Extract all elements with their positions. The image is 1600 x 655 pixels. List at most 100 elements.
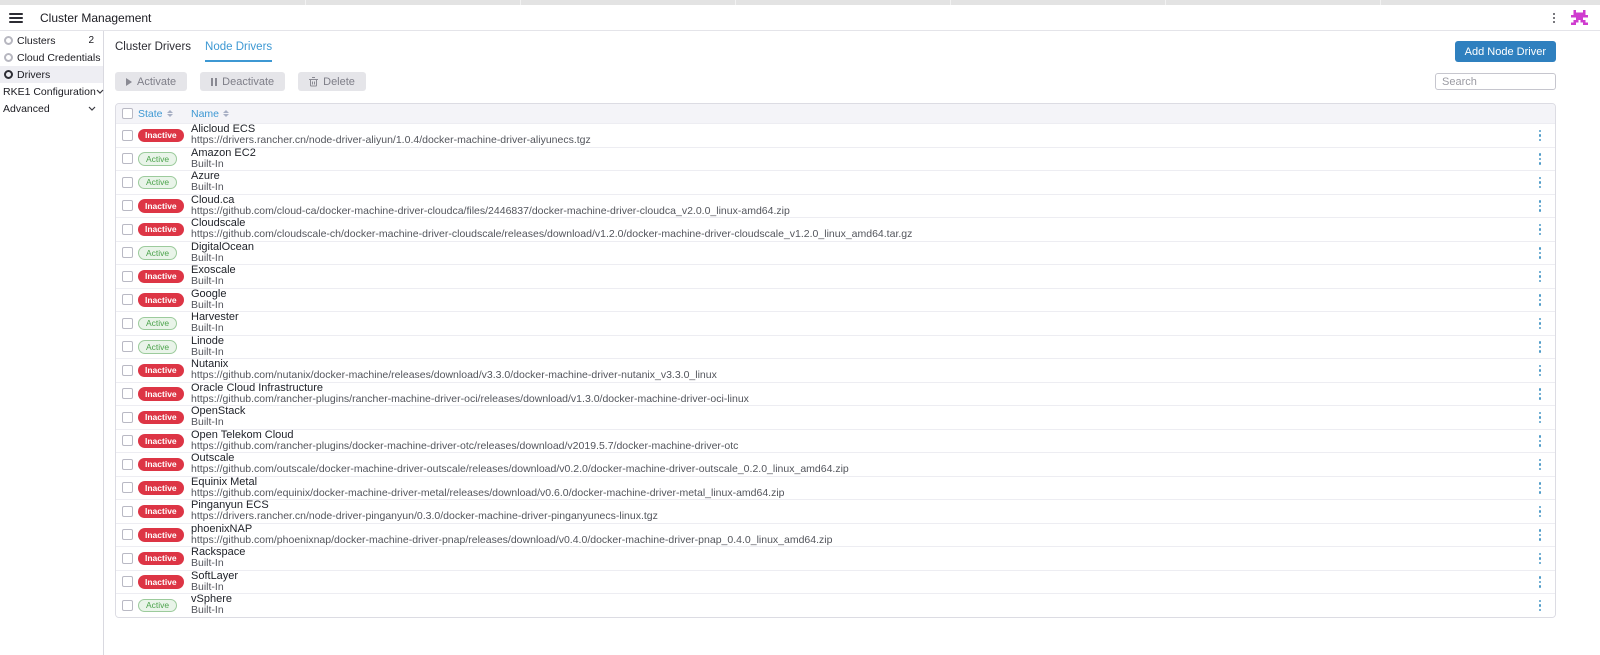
table-row: Inactive Pinganyun ECS https://drivers.r… — [116, 499, 1555, 523]
row-checkbox[interactable] — [122, 224, 133, 235]
table-row: Active Harvester Built-In — [116, 311, 1555, 335]
cloud-credentials-icon — [4, 53, 13, 62]
drivers-table: State Name Inactive Alicloud ECS https:/… — [115, 103, 1556, 618]
sidebar-item-clusters[interactable]: Clusters 2 — [0, 32, 103, 49]
row-actions-kebab-icon[interactable] — [1536, 479, 1545, 497]
row-checkbox[interactable] — [122, 412, 133, 423]
row-checkbox[interactable] — [122, 459, 133, 470]
sidebar-item-cloud-credentials[interactable]: Cloud Credentials — [0, 49, 103, 66]
table-row: Active vSphere Built-In — [116, 593, 1555, 617]
row-checkbox[interactable] — [122, 365, 133, 376]
table-row: Inactive Alicloud ECS https://drivers.ra… — [116, 123, 1555, 147]
row-checkbox[interactable] — [122, 153, 133, 164]
user-avatar[interactable] — [1571, 10, 1588, 25]
table-row: Inactive Google Built-In — [116, 288, 1555, 312]
sort-icon — [223, 110, 229, 117]
state-badge: Inactive — [138, 434, 184, 448]
row-actions-kebab-icon[interactable] — [1536, 573, 1545, 591]
row-actions-kebab-icon[interactable] — [1536, 456, 1545, 474]
row-checkbox[interactable] — [122, 482, 133, 493]
row-checkbox[interactable] — [122, 130, 133, 141]
row-actions-kebab-icon[interactable] — [1536, 197, 1545, 215]
activate-button[interactable]: Activate — [115, 72, 187, 91]
row-actions-kebab-icon[interactable] — [1536, 338, 1545, 356]
row-actions-kebab-icon[interactable] — [1536, 362, 1545, 380]
row-checkbox[interactable] — [122, 388, 133, 399]
row-checkbox[interactable] — [122, 506, 133, 517]
sidebar: Clusters 2 Cloud Credentials Drivers RKE… — [0, 31, 104, 655]
sidebar-item-label: Advanced — [3, 103, 50, 115]
add-node-driver-button[interactable]: Add Node Driver — [1455, 41, 1556, 62]
row-checkbox[interactable] — [122, 529, 133, 540]
row-actions-kebab-icon[interactable] — [1536, 291, 1545, 309]
table-row: Active Linode Built-In — [116, 335, 1555, 359]
row-actions-kebab-icon[interactable] — [1536, 385, 1545, 403]
row-checkbox[interactable] — [122, 600, 133, 611]
row-checkbox[interactable] — [122, 553, 133, 564]
header-kebab-icon[interactable] — [1551, 11, 1557, 25]
sidebar-item-label: Cloud Credentials — [17, 52, 100, 64]
row-actions-kebab-icon[interactable] — [1536, 432, 1545, 450]
row-actions-kebab-icon[interactable] — [1536, 221, 1545, 239]
driver-detail: Built-In — [191, 417, 245, 428]
row-checkbox[interactable] — [122, 247, 133, 258]
state-badge: Inactive — [138, 129, 184, 143]
driver-detail: https://github.com/rancher-plugins/docke… — [191, 441, 738, 452]
row-checkbox[interactable] — [122, 576, 133, 587]
deactivate-button[interactable]: Deactivate — [200, 72, 285, 91]
app-header: Cluster Management — [0, 5, 1600, 31]
row-actions-kebab-icon[interactable] — [1536, 503, 1545, 521]
name-header-label: Name — [191, 108, 219, 120]
driver-detail: Built-In — [191, 558, 245, 569]
driver-detail: Built-In — [191, 276, 236, 287]
play-icon — [126, 78, 132, 86]
driver-detail: Built-In — [191, 253, 254, 264]
row-actions-kebab-icon[interactable] — [1536, 174, 1545, 192]
state-badge: Inactive — [138, 270, 184, 284]
row-actions-kebab-icon[interactable] — [1536, 268, 1545, 286]
row-actions-kebab-icon[interactable] — [1536, 244, 1545, 262]
table-row: Inactive SoftLayer Built-In — [116, 570, 1555, 594]
table-row: Inactive Exoscale Built-In — [116, 264, 1555, 288]
driver-detail: https://github.com/cloudscale-ch/docker-… — [191, 229, 912, 240]
row-actions-kebab-icon[interactable] — [1536, 127, 1545, 145]
sidebar-item-rke1-configuration[interactable]: RKE1 Configuration — [0, 83, 103, 100]
row-actions-kebab-icon[interactable] — [1536, 409, 1545, 427]
row-actions-kebab-icon[interactable] — [1536, 150, 1545, 168]
state-badge: Inactive — [138, 223, 184, 237]
table-row: Inactive phoenixNAP https://github.com/p… — [116, 523, 1555, 547]
select-all-checkbox[interactable] — [122, 108, 133, 119]
row-actions-kebab-icon[interactable] — [1536, 315, 1545, 333]
hamburger-menu-icon[interactable] — [9, 13, 23, 23]
driver-detail: https://github.com/equinix/docker-machin… — [191, 488, 785, 499]
row-actions-kebab-icon[interactable] — [1536, 550, 1545, 568]
driver-detail: https://drivers.rancher.cn/node-driver-a… — [191, 135, 591, 146]
activate-label: Activate — [137, 76, 176, 88]
table-row: Inactive Rackspace Built-In — [116, 546, 1555, 570]
state-badge: Inactive — [138, 293, 184, 307]
row-actions-kebab-icon[interactable] — [1536, 597, 1545, 615]
sidebar-item-drivers[interactable]: Drivers — [0, 66, 103, 83]
row-checkbox[interactable] — [122, 294, 133, 305]
row-checkbox[interactable] — [122, 271, 133, 282]
tab-node-drivers[interactable]: Node Drivers — [205, 41, 272, 62]
column-header-state[interactable]: State — [138, 108, 173, 120]
tab-cluster-drivers[interactable]: Cluster Drivers — [115, 41, 191, 62]
search-input[interactable] — [1435, 73, 1556, 90]
sidebar-item-advanced[interactable]: Advanced — [0, 100, 103, 117]
row-checkbox[interactable] — [122, 341, 133, 352]
sidebar-item-label: Drivers — [17, 69, 50, 81]
row-checkbox[interactable] — [122, 318, 133, 329]
row-actions-kebab-icon[interactable] — [1536, 526, 1545, 544]
row-checkbox[interactable] — [122, 435, 133, 446]
chevron-down-icon — [88, 106, 99, 111]
row-checkbox[interactable] — [122, 177, 133, 188]
row-checkbox[interactable] — [122, 200, 133, 211]
driver-detail: https://github.com/outscale/docker-machi… — [191, 464, 849, 475]
column-header-name[interactable]: Name — [191, 108, 229, 120]
state-badge: Inactive — [138, 199, 184, 213]
state-badge: Active — [138, 246, 177, 260]
table-row: Inactive Nutanix https://github.com/nuta… — [116, 358, 1555, 382]
table-row: Inactive Equinix Metal https://github.co… — [116, 476, 1555, 500]
delete-button[interactable]: Delete — [298, 72, 366, 91]
